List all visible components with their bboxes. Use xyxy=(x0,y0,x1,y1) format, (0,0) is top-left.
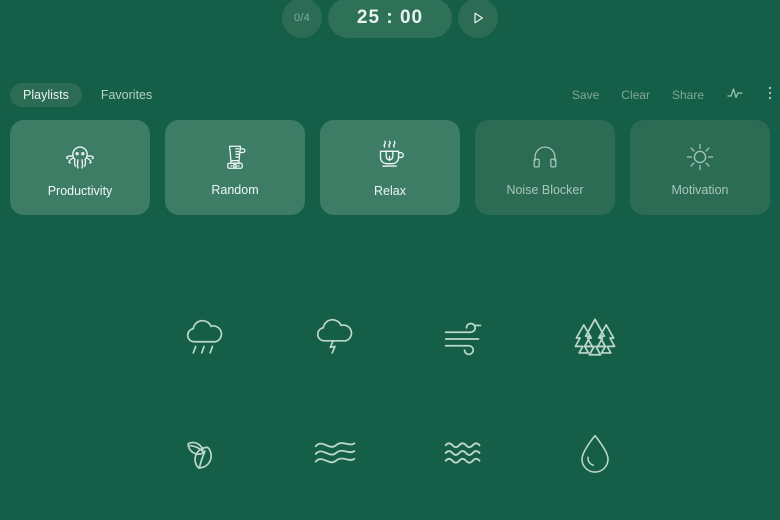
sound-tile-forest[interactable] xyxy=(545,288,645,388)
playlist-card-productivity-label: Productivity xyxy=(47,183,113,198)
sound-grid xyxy=(140,280,660,510)
teacup-icon xyxy=(371,138,409,176)
sun-icon xyxy=(682,139,718,175)
headphones-icon xyxy=(527,139,563,175)
tab-list: Playlists Favorites xyxy=(10,83,165,107)
wind-icon xyxy=(436,309,494,367)
timer-value: 25 : 00 xyxy=(356,7,424,28)
forest-trees-icon xyxy=(567,310,623,366)
tab-playlists-label: Playlists xyxy=(23,88,69,102)
blender-icon xyxy=(217,139,253,175)
sound-tile-thunder[interactable] xyxy=(285,288,385,388)
tab-playlists[interactable]: Playlists xyxy=(10,83,82,107)
more-options-button[interactable] xyxy=(766,85,776,106)
water-droplet-icon xyxy=(569,427,621,479)
save-button[interactable]: Save xyxy=(572,88,599,102)
more-options-icon xyxy=(766,85,776,106)
session-counter[interactable]: 0/4 xyxy=(282,0,322,38)
sound-tile-droplet[interactable] xyxy=(545,403,645,503)
water-ripples-icon xyxy=(436,424,494,482)
sound-tile-rain[interactable] xyxy=(155,288,255,388)
play-icon xyxy=(470,10,486,26)
timer-bar: 0/4 25 : 00 xyxy=(0,0,780,40)
timer-display[interactable]: 25 : 00 xyxy=(328,0,452,38)
playlist-card-relax-label: Relax xyxy=(374,183,406,198)
thunder-cloud-icon xyxy=(307,310,363,366)
playlist-card-random-label: Random xyxy=(211,182,259,197)
activity-waveform-icon xyxy=(726,85,744,106)
clear-button[interactable]: Clear xyxy=(621,88,650,102)
sound-tile-water[interactable] xyxy=(415,403,515,503)
share-button[interactable]: Share xyxy=(672,88,704,102)
share-label: Share xyxy=(671,88,704,102)
pomodoro-soundscape-app: 0/4 25 : 00 Playlists Favorites Save Cle… xyxy=(0,0,780,520)
wavy-lines-icon xyxy=(306,424,364,482)
sound-tile-waves[interactable] xyxy=(285,403,385,503)
save-label: Save xyxy=(571,88,600,102)
playlist-card-noise-blocker[interactable]: Noise Blocker xyxy=(475,120,615,215)
tab-favorites-label: Favorites xyxy=(100,88,153,102)
playlist-card-noise-blocker-label: Noise Blocker xyxy=(506,182,584,197)
playlist-card-random[interactable]: Random xyxy=(165,120,305,215)
octopus-icon xyxy=(61,138,99,176)
rain-cloud-icon xyxy=(177,310,233,366)
toolbar-actions: Save Clear Share xyxy=(572,85,776,106)
sound-tile-wind[interactable] xyxy=(415,288,515,388)
playlist-card-motivation[interactable]: Motivation xyxy=(630,120,770,215)
play-button[interactable] xyxy=(458,0,498,38)
session-counter-label: 0/4 xyxy=(294,12,310,24)
leaves-icon xyxy=(177,425,233,481)
playlist-card-relax[interactable]: Relax xyxy=(320,120,460,215)
sound-tile-leaves[interactable] xyxy=(155,403,255,503)
tab-favorites[interactable]: Favorites xyxy=(88,83,165,107)
playlist-card-productivity[interactable]: Productivity xyxy=(10,120,150,215)
activity-waveform-button[interactable] xyxy=(726,85,744,106)
playlist-card-motivation-label: Motivation xyxy=(671,182,729,197)
playlist-card-row: Productivity Random Relax Noise Blocker … xyxy=(10,120,780,215)
clear-label: Clear xyxy=(621,88,650,102)
toolbar: Playlists Favorites Save Clear Share xyxy=(0,82,780,108)
